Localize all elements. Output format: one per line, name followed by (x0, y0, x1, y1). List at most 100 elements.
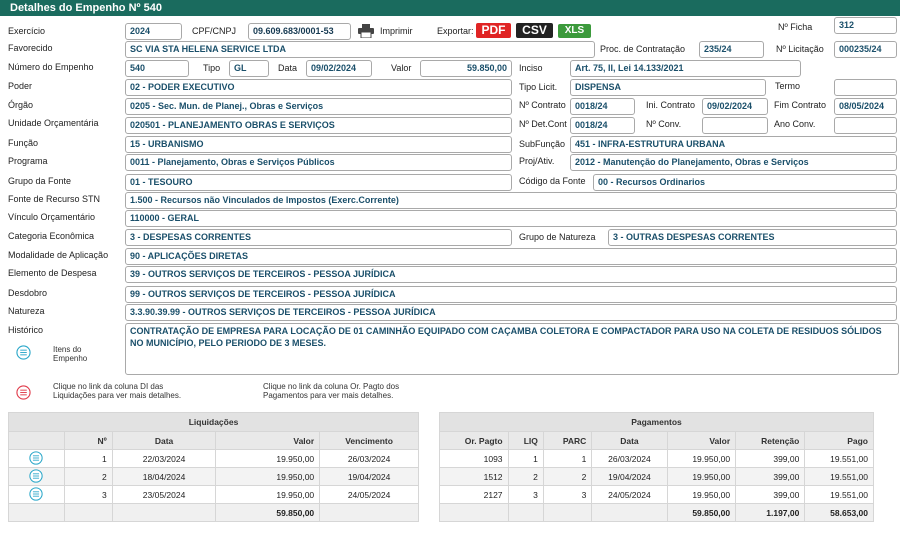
cnpj-label: CPF/CNPJ (192, 26, 237, 36)
pag-col-pago: Pago (804, 431, 874, 450)
pag-ret: 399,00 (735, 449, 806, 468)
export-pdf-button[interactable]: PDF (476, 23, 511, 38)
list-icon[interactable] (29, 486, 44, 501)
orgao-field: 0205 - Sec. Mun. de Planej., Obras e Ser… (125, 98, 512, 115)
pagamentos-title: Pagamentos (439, 412, 874, 432)
proc-label: Proc. de Contratação (600, 44, 686, 54)
pag-or-link[interactable]: 1512 (439, 467, 509, 486)
funcao-label: Função (8, 138, 39, 148)
liq-col-venc: Vencimento (319, 431, 419, 450)
list-icon[interactable] (16, 345, 31, 360)
liq-valor: 19.950,00 (215, 485, 321, 504)
print-link[interactable]: Imprimir (380, 25, 413, 37)
projativ-label: Proj/Ativ. (519, 156, 555, 166)
pag-or-link[interactable]: 1093 (439, 449, 509, 468)
pag-pago: 19.551,00 (804, 449, 874, 468)
pag-total-row: 59.850,00 1.197,00 58.653,00 (439, 503, 874, 522)
programa-field: 0011 - Planejamento, Obras e Serviços Pú… (125, 154, 512, 171)
liq-total: 59.850,00 (215, 503, 321, 522)
printer-icon[interactable] (358, 24, 374, 38)
ano-conv-label: Ano Conv. (774, 119, 816, 129)
row-link-icon[interactable] (8, 467, 65, 486)
pag-pago: 19.551,00 (804, 467, 874, 486)
subfuncao-field: 451 - INFRA-ESTRUTURA URBANA (570, 136, 897, 153)
elemento-label: Elemento de Despesa (8, 268, 97, 278)
pag-col-liq: LIQ (507, 431, 544, 450)
subfuncao-label: SubFunção (519, 139, 566, 149)
modalidade-label: Modalidade de Aplicação (8, 250, 109, 260)
inicio-contrato-label: Ini. Contrato (646, 100, 696, 110)
cod-fonte-label: Código da Fonte (519, 176, 586, 186)
ficha-label: Nº Ficha (778, 22, 813, 32)
pag-ret: 399,00 (735, 485, 806, 504)
list-icon[interactable] (29, 450, 44, 465)
liq-valor: 19.950,00 (215, 467, 321, 486)
liq-hint: Clique no link da coluna DI das (53, 382, 164, 391)
liq-n: 1 (63, 449, 113, 468)
fim-contrato-field: 08/05/2024 (834, 98, 897, 115)
pag-col-or: Or. Pagto (439, 431, 509, 450)
pag-col-data: Data (591, 431, 668, 450)
termo-field (834, 79, 897, 96)
table-row: 1 22/03/2024 19.950,00 26/03/2024 (8, 449, 419, 468)
desdobro-field: 99 - OUTROS SERVIÇOS DE TERCEIROS - PESS… (125, 286, 897, 303)
programa-label: Programa (8, 156, 48, 166)
unidade-field: 020501 - PLANEJAMENTO OBRAS E SERVIÇOS (125, 117, 512, 134)
contrato-label: Nº Contrato (519, 100, 566, 110)
pag-col-ret: Retenção (735, 431, 806, 450)
vinculo-field: 110000 - GERAL (125, 210, 897, 227)
data-label: Data (278, 63, 298, 73)
liq-data: 23/05/2024 (111, 485, 217, 504)
pag-or-link[interactable]: 2127 (439, 485, 509, 504)
poder-label: Poder (8, 81, 33, 91)
grupo-fonte-label: Grupo da Fonte (8, 176, 72, 186)
tipolicit-label: Tipo Licit. (519, 82, 558, 92)
pag-hint: Clique no link da coluna Or. Pagto dos (263, 382, 400, 391)
conv-label: Nº Conv. (646, 119, 682, 129)
liq-col-valor: Valor (215, 431, 321, 450)
pag-ret: 399,00 (735, 467, 806, 486)
export-csv-button[interactable]: CSV (516, 23, 553, 38)
termo-label: Termo (775, 81, 801, 91)
liq-venc: 24/05/2024 (319, 485, 419, 504)
ano-conv-field (834, 117, 897, 134)
itens-empenho-link-2[interactable]: Empenho (53, 354, 87, 363)
itens-empenho-link[interactable]: Itens do (53, 345, 81, 354)
liq-total-row: 59.850,00 (8, 503, 419, 522)
tipolicit-field: DISPENSA (570, 79, 766, 96)
liq-hint-2: Liquidações para ver mais detalhes. (53, 391, 182, 400)
pag-hint-2: Pagamentos para ver mais detalhes. (263, 391, 394, 400)
valor-label: Valor (391, 63, 412, 73)
elemento-field: 39 - OUTROS SERVIÇOS DE TERCEIROS - PESS… (125, 266, 897, 283)
pag-parc: 3 (542, 485, 593, 504)
list-icon[interactable] (29, 468, 44, 483)
row-link-icon[interactable] (8, 449, 65, 468)
fonte-stn-label: Fonte de Recurso STN (8, 194, 101, 204)
table-row: 1093 1 1 26/03/2024 19.950,00 399,00 19.… (439, 449, 874, 468)
pagamentos-table: Pagamentos Or. Pagto LIQ PARC Data Valor… (439, 412, 874, 522)
list-icon-red (16, 385, 31, 400)
num-empenho-label: Número do Empenho (8, 62, 94, 72)
pag-valor: 19.950,00 (666, 467, 737, 486)
historico-field: CONTRATAÇÃO DE EMPRESA PARA LOCAÇÃO DE 0… (125, 323, 899, 375)
grupo-natureza-field: 3 - OUTRAS DESPESAS CORRENTES (608, 229, 897, 246)
row-link-icon[interactable] (8, 485, 65, 504)
licitacao-field: 000235/24 (834, 41, 897, 58)
pag-liq: 2 (507, 467, 544, 486)
export-xls-button[interactable]: XLS (558, 24, 591, 38)
fonte-stn-field: 1.500 - Recursos não Vinculados de Impos… (125, 192, 897, 209)
liq-col-data: Data (111, 431, 217, 450)
pag-col-parc: PARC (542, 431, 593, 450)
valor-field: 59.850,00 (420, 60, 512, 77)
funcao-field: 15 - URBANISMO (125, 136, 512, 153)
liq-venc: 26/03/2024 (319, 449, 419, 468)
desdobro-label: Desdobro (8, 288, 48, 298)
det-cont-field: 0018/24 (570, 117, 635, 134)
proc-field: 235/24 (699, 41, 764, 58)
liq-col-n: Nº (63, 431, 113, 450)
cnpj-field: 09.609.683/0001-53 (248, 23, 351, 40)
modalidade-field: 90 - APLICAÇÕES DIRETAS (125, 248, 897, 265)
pag-parc: 1 (542, 449, 593, 468)
liq-n: 3 (63, 485, 113, 504)
liquidacoes-title: Liquidações (8, 412, 419, 432)
